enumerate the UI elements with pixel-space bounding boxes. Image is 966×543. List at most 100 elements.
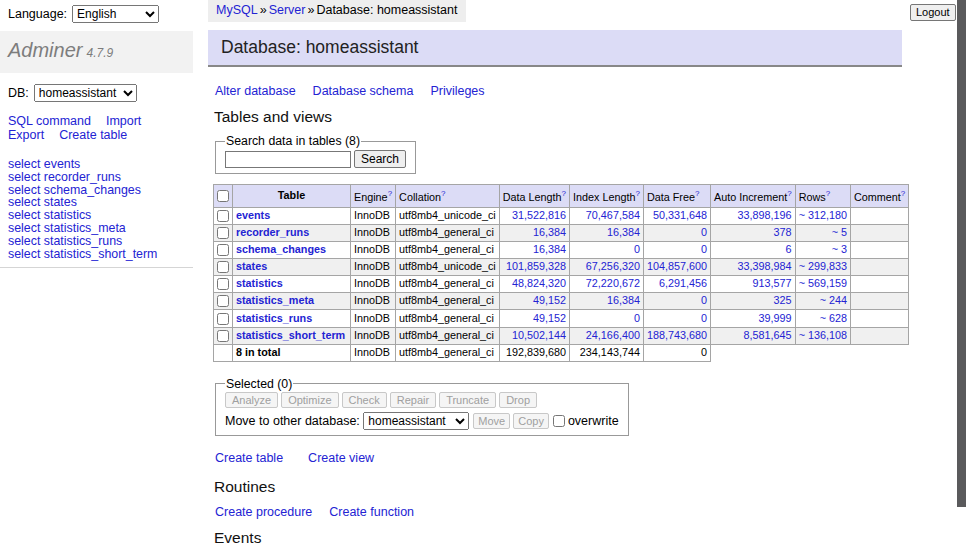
breadcrumb-link-mysql[interactable]: MySQL bbox=[216, 3, 258, 17]
table-link[interactable]: statistics bbox=[236, 277, 283, 289]
row-checkbox[interactable] bbox=[217, 278, 229, 290]
search-button[interactable]: Search bbox=[354, 150, 406, 168]
table-link[interactable]: states bbox=[236, 260, 267, 272]
row-checkbox[interactable] bbox=[217, 295, 229, 307]
routine-link-create-procedure[interactable]: Create procedure bbox=[215, 505, 312, 519]
table-link[interactable]: statistics_short_term bbox=[236, 329, 345, 341]
index-length-link[interactable]: 16,384 bbox=[607, 226, 640, 238]
sidebar-select-statistics-short-term[interactable]: select statistics_short_term bbox=[8, 247, 157, 261]
help-link[interactable]: ? bbox=[562, 189, 566, 198]
row-checkbox[interactable] bbox=[217, 244, 229, 256]
data-free-link[interactable]: 0 bbox=[701, 226, 707, 238]
data-length-link[interactable]: 49,152 bbox=[533, 312, 566, 324]
rows-link[interactable]: ~ 5 bbox=[832, 226, 847, 238]
move-button[interactable]: Move bbox=[473, 413, 510, 429]
help-link[interactable]: ? bbox=[826, 189, 830, 198]
data-free-link[interactable]: 0 bbox=[701, 243, 707, 255]
action-link-privileges[interactable]: Privileges bbox=[430, 84, 484, 98]
create-link-create-view[interactable]: Create view bbox=[308, 451, 374, 465]
help-link[interactable]: ? bbox=[787, 189, 791, 198]
routine-link-create-function[interactable]: Create function bbox=[329, 505, 414, 519]
help-link[interactable]: ? bbox=[695, 189, 699, 198]
auto-increment-link[interactable]: 6 bbox=[786, 243, 792, 255]
overwrite-checkbox[interactable] bbox=[553, 415, 565, 427]
data-free-link[interactable]: 0 bbox=[701, 312, 707, 324]
index-length-link[interactable]: 24,166,400 bbox=[586, 329, 640, 341]
copy-button[interactable]: Copy bbox=[513, 413, 549, 429]
row-checkbox[interactable] bbox=[217, 210, 229, 222]
rows-link[interactable]: ~ 569,159 bbox=[799, 277, 847, 289]
data-free-link[interactable]: 104,857,600 bbox=[647, 260, 707, 272]
drop-button[interactable]: Drop bbox=[499, 392, 537, 408]
index-length-link[interactable]: 67,256,320 bbox=[586, 260, 640, 272]
data-length-link[interactable]: 16,384 bbox=[533, 243, 566, 255]
help-link[interactable]: ? bbox=[388, 189, 392, 198]
check-button[interactable]: Check bbox=[342, 392, 387, 408]
auto-increment-link[interactable]: 378 bbox=[774, 226, 792, 238]
sidebar-commands: SQL command Import Export Create table bbox=[8, 115, 168, 142]
help-link[interactable]: ? bbox=[635, 189, 639, 198]
index-length-link[interactable]: 0 bbox=[634, 312, 640, 324]
action-link-database-schema[interactable]: Database schema bbox=[313, 84, 414, 98]
data-length-link[interactable]: 16,384 bbox=[533, 226, 566, 238]
table-link[interactable]: statistics_runs bbox=[236, 312, 312, 324]
auto-increment-link[interactable]: 33,398,984 bbox=[738, 260, 792, 272]
row-checkbox[interactable] bbox=[217, 261, 229, 273]
move-db-select[interactable]: homeassistant bbox=[363, 412, 469, 430]
sidebar-command-create-table[interactable]: Create table bbox=[59, 128, 127, 142]
collation-cell: utf8mb4_general_ci bbox=[396, 241, 500, 258]
sidebar-command-sql-command[interactable]: SQL command bbox=[8, 114, 91, 128]
data-free-link[interactable]: 6,291,456 bbox=[659, 277, 707, 289]
select-all-checkbox[interactable] bbox=[217, 190, 229, 202]
data-length-link[interactable]: 49,152 bbox=[533, 294, 566, 306]
data-free-link[interactable]: 0 bbox=[701, 294, 707, 306]
index-length-link[interactable]: 16,384 bbox=[607, 294, 640, 306]
data-length-link[interactable]: 48,824,320 bbox=[512, 277, 566, 289]
rows-link[interactable]: ~ 3 bbox=[832, 243, 847, 255]
scrollbar-thumb[interactable] bbox=[957, 0, 966, 507]
row-checkbox[interactable] bbox=[217, 227, 229, 239]
table-link[interactable]: schema_changes bbox=[236, 243, 326, 255]
action-link-alter-database[interactable]: Alter database bbox=[215, 84, 296, 98]
sidebar-command-export[interactable]: Export bbox=[8, 128, 44, 142]
help-link[interactable]: ? bbox=[901, 189, 905, 198]
table-link[interactable]: statistics_meta bbox=[236, 294, 314, 306]
help-link[interactable]: ? bbox=[441, 189, 445, 198]
search-input[interactable] bbox=[225, 151, 351, 168]
auto-increment-link[interactable]: 8,581,645 bbox=[744, 329, 792, 341]
db-select[interactable]: homeassistant bbox=[34, 84, 137, 102]
rows-link[interactable]: ~ 312,180 bbox=[799, 209, 847, 221]
rows-link[interactable]: ~ 136,108 bbox=[799, 329, 847, 341]
create-link-create-table[interactable]: Create table bbox=[215, 451, 283, 465]
index-length-link[interactable]: 70,467,584 bbox=[586, 209, 640, 221]
sidebar-command-import[interactable]: Import bbox=[106, 114, 141, 128]
language-select[interactable]: English bbox=[72, 5, 159, 23]
rows-link[interactable]: ~ 299,833 bbox=[799, 260, 847, 272]
data-length-link[interactable]: 31,522,816 bbox=[512, 209, 566, 221]
rows-cell: ~ 3 bbox=[795, 241, 850, 258]
repair-button[interactable]: Repair bbox=[390, 392, 436, 408]
logout-button[interactable]: Logout bbox=[910, 4, 956, 21]
auto-increment-link[interactable]: 33,898,196 bbox=[738, 209, 792, 221]
optimize-button[interactable]: Optimize bbox=[281, 392, 338, 408]
table-link[interactable]: events bbox=[236, 209, 270, 221]
auto-increment-link[interactable]: 325 bbox=[774, 294, 792, 306]
data-length-link[interactable]: 101,859,328 bbox=[506, 260, 566, 272]
auto-increment-link[interactable]: 39,999 bbox=[759, 312, 792, 324]
row-checkbox[interactable] bbox=[217, 313, 229, 325]
rows-link[interactable]: ~ 244 bbox=[820, 294, 847, 306]
auto-increment-link[interactable]: 913,577 bbox=[753, 277, 792, 289]
index-length-link[interactable]: 0 bbox=[634, 243, 640, 255]
rows-link[interactable]: ~ 628 bbox=[820, 312, 847, 324]
data-length-link[interactable]: 10,502,144 bbox=[512, 329, 566, 341]
data-free-link[interactable]: 50,331,648 bbox=[653, 209, 707, 221]
analyze-button[interactable]: Analyze bbox=[225, 392, 278, 408]
data-free-link[interactable]: 188,743,680 bbox=[647, 329, 707, 341]
row-checkbox[interactable] bbox=[217, 330, 229, 342]
table-link[interactable]: recorder_runs bbox=[236, 226, 309, 238]
index-length-link[interactable]: 72,220,672 bbox=[586, 277, 640, 289]
truncate-button[interactable]: Truncate bbox=[439, 392, 496, 408]
scrollbar-track[interactable] bbox=[956, 0, 966, 543]
engine-cell: InnoDB bbox=[351, 327, 396, 344]
breadcrumb-link-server[interactable]: Server bbox=[269, 3, 306, 17]
